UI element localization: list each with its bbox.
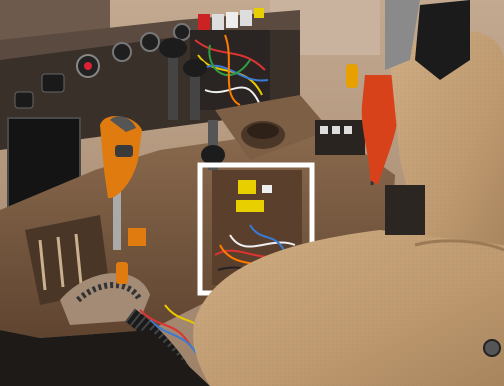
photo-stage [0, 0, 504, 386]
cab-photo [0, 0, 504, 386]
seat-adjust-knob [483, 339, 501, 357]
side-switch-panel [315, 120, 365, 155]
seat-suspension [385, 185, 425, 235]
